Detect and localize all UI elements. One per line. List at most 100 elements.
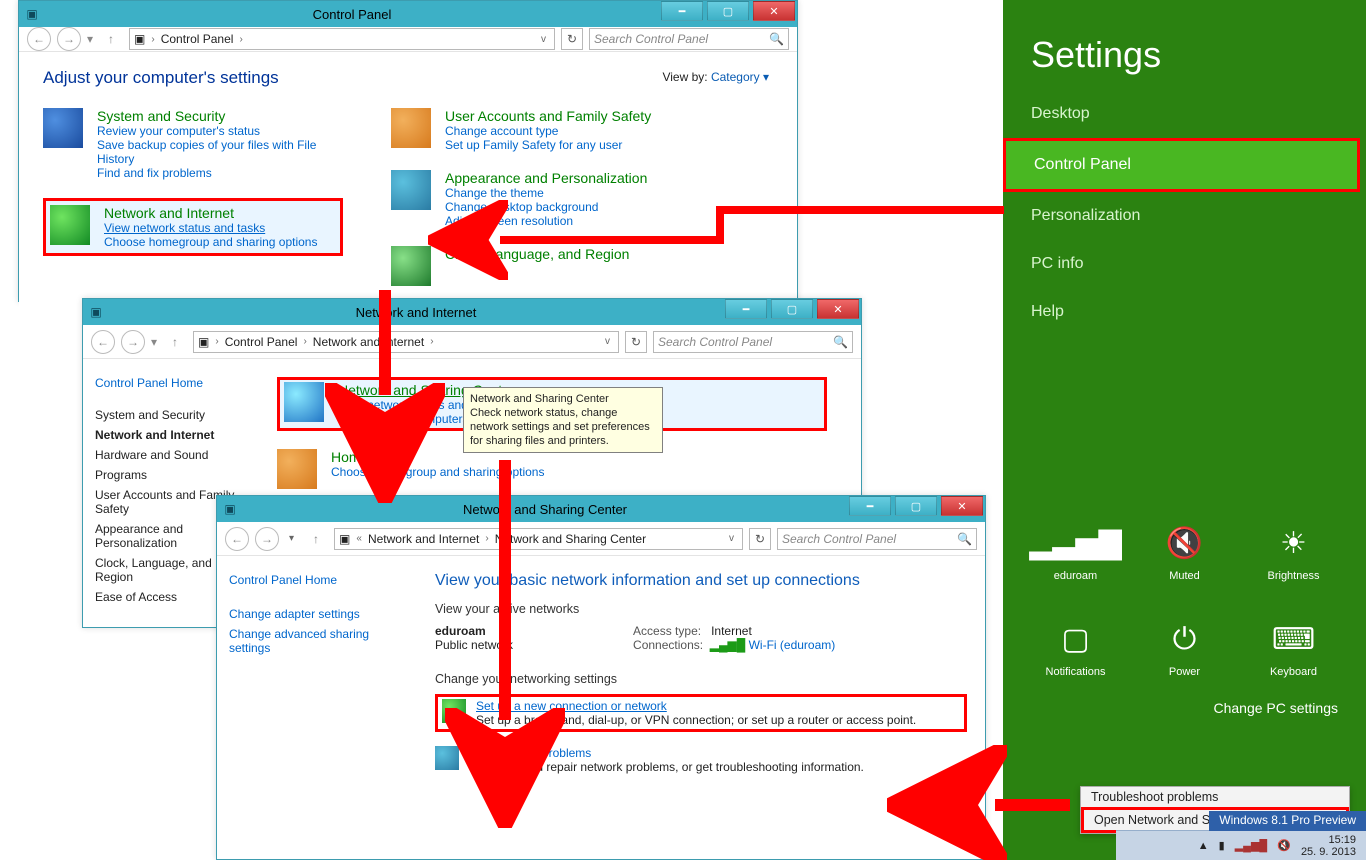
nav-back-button[interactable]: ← [27, 27, 51, 51]
nav-up-button[interactable]: ↑ [304, 527, 328, 551]
search-icon: 🔍 [769, 32, 784, 46]
category-system-security[interactable]: System and Security Review your computer… [43, 108, 343, 180]
brightness-icon: ☀ [1280, 524, 1307, 564]
nav-up-button[interactable]: ↑ [163, 330, 187, 354]
nav-back-button[interactable]: ← [91, 330, 115, 354]
maximize-button[interactable]: ▢ [771, 299, 813, 319]
system-tray: Windows 8.1 Pro Preview ▲ ▮ ▂▄▆█ 🔇 15:19… [1116, 830, 1366, 860]
breadcrumb-item[interactable]: Network and Internet [313, 335, 424, 349]
side-item[interactable]: Programs [95, 465, 241, 485]
view-network-status-link[interactable]: View network status and tasks [104, 221, 317, 235]
category-clock-language[interactable]: Clock, Language, and Region [391, 246, 691, 286]
charm-tile-label: Brightness [1268, 570, 1320, 582]
volume-tray-icon[interactable]: 🔇 [1277, 839, 1291, 852]
wifi-connection-link[interactable]: Wi-Fi (eduroam) [749, 638, 836, 652]
maximize-button[interactable]: ▢ [895, 496, 937, 516]
homegroup-icon [277, 449, 317, 489]
address-bar[interactable]: ▣« Network and Internet› Network and Sha… [334, 528, 743, 550]
setup-new-connection-link[interactable]: Set up a new connection or network [476, 699, 667, 713]
charm-tile-label: Keyboard [1270, 666, 1317, 678]
network-name: eduroam [435, 624, 513, 638]
chevron-down-icon[interactable]: v [601, 336, 614, 347]
change-pc-settings-link[interactable]: Change PC settings [1003, 678, 1366, 728]
charm-item-control-panel[interactable]: Control Panel [1003, 138, 1360, 192]
category-appearance[interactable]: Appearance and Personalization Change th… [391, 170, 691, 228]
battery-icon[interactable]: ▮ [1219, 839, 1225, 852]
nav-forward-button[interactable]: → [255, 527, 279, 551]
control-panel-home-link[interactable]: Control Panel Home [95, 373, 241, 393]
chevron-down-icon[interactable]: ▾ [87, 32, 93, 46]
nav-forward-button[interactable]: → [57, 27, 81, 51]
window-icon: ▣ [19, 1, 45, 27]
nav-forward-button[interactable]: → [121, 330, 145, 354]
flag-icon[interactable]: ▲ [1198, 840, 1209, 852]
charm-tile-label: Notifications [1046, 666, 1106, 678]
charm-tile-label: Power [1169, 666, 1200, 678]
change-adapter-settings-link[interactable]: Change adapter settings [229, 604, 405, 624]
chevron-down-icon[interactable]: v [725, 533, 738, 544]
address-bar[interactable]: ▣› Control Panel› Network and Internet› … [193, 331, 619, 353]
active-networks-label: View your active networks [435, 602, 967, 616]
side-item[interactable]: Hardware and Sound [95, 445, 241, 465]
troubleshoot-row[interactable]: Troubleshoot problems Diagnose and repai… [435, 746, 967, 774]
breadcrumb-item[interactable]: Network and Internet [368, 532, 479, 546]
category-homegroup[interactable]: HomeGroup Choose homegroup and sharing o… [277, 449, 837, 489]
close-button[interactable]: ✕ [941, 496, 983, 516]
charm-item-help[interactable]: Help [1003, 288, 1366, 336]
charm-tile-brightness[interactable]: ☀ Brightness [1249, 524, 1339, 582]
charm-item-personalization[interactable]: Personalization [1003, 192, 1366, 240]
folder-icon: ▣ [134, 32, 145, 46]
charm-tile-notifications[interactable]: ▢Notifications [1031, 620, 1121, 678]
nav-back-button[interactable]: ← [225, 527, 249, 551]
window-title: Control Panel [45, 7, 659, 22]
charm-tile-power[interactable]: ⏻ Power [1140, 620, 1230, 678]
change-advanced-sharing-link[interactable]: Change advanced sharing settings [229, 624, 405, 658]
side-item[interactable]: System and Security [95, 405, 241, 425]
troubleshoot-link[interactable]: Troubleshoot problems [469, 746, 591, 760]
close-button[interactable]: ✕ [817, 299, 859, 319]
refresh-button[interactable]: ↻ [625, 331, 647, 353]
refresh-button[interactable]: ↻ [749, 528, 771, 550]
monitor-icon [391, 170, 431, 210]
charm-tile-volume[interactable]: 🔇Muted [1140, 524, 1230, 582]
search-input[interactable]: Search Control Panel 🔍 [777, 528, 977, 550]
charm-item-desktop[interactable]: Desktop [1003, 90, 1366, 138]
charm-tile-network[interactable]: ▂▃▅▇eduroam [1031, 524, 1121, 582]
refresh-button[interactable]: ↻ [561, 28, 583, 50]
nav-up-button[interactable]: ↑ [99, 27, 123, 51]
breadcrumb-item[interactable]: Control Panel [225, 335, 298, 349]
search-input[interactable]: Search Control Panel 🔍 [653, 331, 853, 353]
setup-new-connection-row[interactable]: Set up a new connection or network Set u… [435, 694, 967, 732]
power-icon: ⏻ [1173, 620, 1197, 660]
charm-item-pc-info[interactable]: PC info [1003, 240, 1366, 288]
category-user-accounts[interactable]: User Accounts and Family Safety Change a… [391, 108, 691, 152]
minimize-button[interactable]: ━ [849, 496, 891, 516]
view-by-dropdown[interactable]: Category ▾ [711, 70, 769, 84]
charm-tile-label: Muted [1169, 570, 1200, 582]
category-network-internet[interactable]: Network and Internet View network status… [43, 198, 343, 256]
chevron-down-icon[interactable]: ▾ [151, 335, 157, 349]
side-item-active[interactable]: Network and Internet [95, 425, 241, 445]
minimize-button[interactable]: ━ [661, 1, 703, 21]
network-center-icon [284, 382, 324, 422]
chevron-down-icon[interactable]: v [537, 34, 550, 45]
chevron-down-icon[interactable]: ▾ [285, 533, 298, 544]
address-bar[interactable]: ▣› Control Panel› v [129, 28, 555, 50]
minimize-button[interactable]: ━ [725, 299, 767, 319]
close-button[interactable]: ✕ [753, 1, 795, 21]
window-control-panel: ▣ Control Panel ━ ▢ ✕ ← → ▾ ↑ ▣› Control… [18, 0, 798, 302]
charm-title: Settings [1003, 0, 1366, 90]
breadcrumb-item[interactable]: Control Panel [161, 32, 234, 46]
tray-time: 15:19 [1301, 834, 1356, 846]
control-panel-home-link[interactable]: Control Panel Home [229, 570, 405, 590]
maximize-button[interactable]: ▢ [707, 1, 749, 21]
window-icon: ▣ [217, 496, 243, 522]
window-title: Network and Internet [109, 305, 723, 320]
tray-date: 25. 9. 2013 [1301, 846, 1356, 858]
search-input[interactable]: Search Control Panel 🔍 [589, 28, 789, 50]
charm-tiles-row-2: ▢Notifications ⏻ Power ⌨Keyboard [1003, 612, 1366, 678]
network-tray-icon[interactable]: ▂▄▆█ [1235, 839, 1268, 852]
charm-tile-keyboard[interactable]: ⌨Keyboard [1249, 620, 1339, 678]
tray-menu-troubleshoot[interactable]: Troubleshoot problems [1081, 787, 1349, 807]
breadcrumb-item[interactable]: Network and Sharing Center [495, 532, 646, 546]
